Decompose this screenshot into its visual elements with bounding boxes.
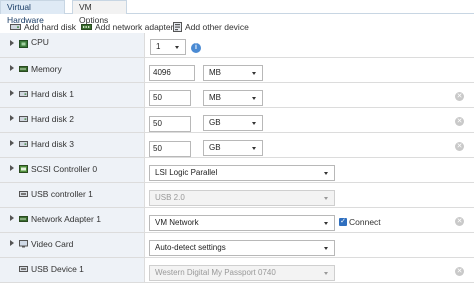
expand-arrow-icon[interactable] [10, 140, 14, 146]
row-label[interactable]: SCSI Controller 0 [0, 158, 145, 182]
info-icon[interactable]: i [191, 43, 201, 53]
row-label[interactable]: Video Card [0, 233, 145, 257]
row-label: USB controller 1 [0, 183, 145, 207]
chevron-down-icon [324, 222, 328, 225]
add-other-device-button[interactable]: Add other device [173, 20, 249, 34]
chevron-down-icon [252, 122, 256, 125]
row-usb-device-1: USB Device 1 Western Digital My Passport… [0, 258, 474, 283]
row-scsi-controller-0: SCSI Controller 0 LSI Logic Parallel [0, 158, 474, 183]
other-device-icon [173, 22, 182, 32]
cpu-icon [19, 40, 28, 48]
usb-controller-type-select: USB 2.0 [149, 190, 335, 206]
usb-device-select: Western Digital My Passport 0740 [149, 265, 335, 281]
expand-arrow-icon[interactable] [10, 240, 14, 246]
add-hard-disk-button[interactable]: Add hard disk [10, 20, 76, 34]
row-cpu: CPU 1 i [0, 33, 474, 58]
chevron-down-icon [324, 272, 328, 275]
remove-icon[interactable]: ✕ [455, 142, 464, 151]
hard-disk-2-unit-select[interactable]: GB [203, 115, 263, 131]
remove-icon[interactable]: ✕ [455, 117, 464, 126]
memory-size-field[interactable]: 4096 [149, 65, 195, 81]
network-select[interactable]: VM Network [149, 215, 335, 231]
add-network-adapter-button[interactable]: Add network adapter [81, 20, 173, 34]
hard-disk-1-unit-select[interactable]: MB [203, 90, 263, 106]
expand-arrow-icon[interactable] [10, 90, 14, 96]
hard-disk-2-size-field[interactable]: 50 [149, 116, 191, 132]
row-memory: Memory 4096 MB [0, 58, 474, 83]
chevron-down-icon [175, 46, 179, 49]
memory-icon [19, 66, 28, 72]
remove-icon[interactable]: ✕ [455, 267, 464, 276]
row-hard-disk-3: Hard disk 3 50 GB ✕ [0, 133, 474, 158]
row-label[interactable]: Hard disk 2 [0, 108, 145, 132]
expand-arrow-icon[interactable] [10, 40, 14, 46]
memory-unit-select[interactable]: MB [203, 65, 263, 81]
row-label[interactable]: Hard disk 3 [0, 133, 145, 157]
chevron-down-icon [252, 97, 256, 100]
connect-label: Connect [349, 217, 381, 227]
row-label[interactable]: Hard disk 1 [0, 83, 145, 107]
chevron-down-icon [324, 197, 328, 200]
row-hard-disk-1: Hard disk 1 50 MB ✕ [0, 83, 474, 108]
chevron-down-icon [324, 247, 328, 250]
expand-arrow-icon[interactable] [10, 115, 14, 121]
row-label[interactable]: Network Adapter 1 [0, 208, 145, 232]
video-card-settings-select[interactable]: Auto-detect settings [149, 240, 335, 256]
hard-disk-3-size-field[interactable]: 50 [149, 141, 191, 157]
hard-disk-icon [19, 141, 28, 147]
hard-disk-icon [19, 116, 28, 122]
expand-arrow-icon[interactable] [10, 165, 14, 171]
row-usb-controller-1: USB controller 1 USB 2.0 [0, 183, 474, 208]
network-adapter-icon [81, 24, 92, 30]
video-card-icon [19, 240, 28, 248]
hard-disk-3-unit-select[interactable]: GB [203, 140, 263, 156]
row-label[interactable]: CPU [0, 33, 145, 57]
row-network-adapter-1: Network Adapter 1 VM Network ✓ Connect ✕ [0, 208, 474, 233]
remove-icon[interactable]: ✕ [455, 217, 464, 226]
scsi-type-select[interactable]: LSI Logic Parallel [149, 165, 335, 181]
row-video-card: Video Card Auto-detect settings [0, 233, 474, 258]
tab-virtual-hardware[interactable]: Virtual Hardware [0, 0, 65, 25]
hard-disk-1-size-field[interactable]: 50 [149, 90, 191, 106]
tab-vm-options[interactable]: VM Options [72, 0, 127, 25]
row-label: USB Device 1 [0, 258, 145, 282]
remove-icon[interactable]: ✕ [455, 92, 464, 101]
hard-disk-icon [10, 24, 21, 30]
scsi-controller-icon [19, 165, 28, 173]
usb-device-icon [19, 266, 28, 272]
chevron-down-icon [252, 147, 256, 150]
row-hard-disk-2: Hard disk 2 50 GB ✕ [0, 108, 474, 133]
expand-arrow-icon[interactable] [10, 65, 14, 71]
hard-disk-icon [19, 91, 28, 97]
tab-bar: Virtual Hardware VM Options [0, 0, 474, 25]
expand-arrow-icon[interactable] [10, 215, 14, 221]
usb-controller-icon [19, 191, 28, 197]
chevron-down-icon [324, 172, 328, 175]
row-label[interactable]: Memory [0, 58, 145, 82]
network-adapter-icon [19, 216, 28, 222]
cpu-count-select[interactable]: 1 [150, 39, 186, 55]
chevron-down-icon [252, 72, 256, 75]
connect-checkbox[interactable]: ✓ [339, 218, 347, 226]
toolbar: Add hard disk Add network adapter Add ot… [0, 20, 474, 34]
